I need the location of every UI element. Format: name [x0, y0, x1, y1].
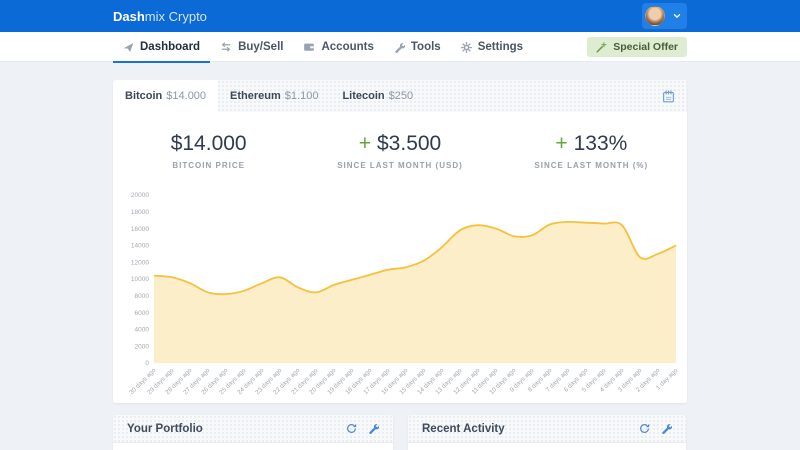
stat-value: 133%	[574, 132, 628, 156]
svg-text:20000: 20000	[131, 192, 149, 199]
chevron-down-icon	[673, 12, 681, 20]
svg-text:4000: 4000	[135, 327, 150, 334]
svg-text:2000: 2000	[135, 343, 150, 350]
main-nav: Dashboard Buy/Sell Accounts Tools Settin…	[0, 32, 800, 62]
tab-price: $250	[389, 90, 413, 102]
tab-litecoin[interactable]: Litecoin $250	[330, 80, 425, 112]
stat-value: $3.500	[377, 132, 441, 156]
calendar-icon	[662, 90, 675, 103]
svg-text:14000: 14000	[131, 243, 149, 250]
svg-text:12000: 12000	[131, 259, 149, 266]
user-menu-button[interactable]	[642, 3, 687, 29]
nav-item-settings[interactable]: Settings	[451, 32, 533, 62]
brand-rest: mix Crypto	[145, 9, 207, 24]
app-header: Dashmix Crypto	[0, 0, 800, 32]
panel-title: Your Portfolio	[127, 423, 203, 435]
stat-label: SINCE LAST MONTH (USD)	[304, 161, 495, 170]
tab-price: $14.000	[166, 90, 206, 102]
tab-bitcoin[interactable]: Bitcoin $14.000	[113, 80, 218, 112]
svg-text:0: 0	[145, 360, 149, 367]
gear-icon	[461, 42, 472, 53]
swap-arrows-icon	[220, 41, 232, 53]
stat-label: SINCE LAST MONTH (%)	[496, 161, 687, 170]
plus-sign: +	[555, 132, 567, 156]
tab-name: Bitcoin	[125, 90, 162, 102]
nav-label: Accounts	[321, 41, 373, 53]
refresh-icon[interactable]	[346, 423, 357, 434]
stat-change-percent: +133% SINCE LAST MONTH (%)	[496, 132, 687, 170]
paper-plane-icon	[123, 42, 134, 53]
panel-title: Recent Activity	[422, 423, 505, 435]
recent-activity-panel: Recent Activity	[408, 415, 686, 450]
portfolio-panel: Your Portfolio	[113, 415, 393, 450]
svg-text:6000: 6000	[135, 310, 150, 317]
stats-row: $14.000 BITCOIN PRICE +$3.500 SINCE LAST…	[113, 112, 687, 190]
wallet-icon	[303, 41, 315, 53]
svg-text:16000: 16000	[131, 226, 149, 233]
nav-label: Buy/Sell	[238, 41, 283, 53]
refresh-icon[interactable]	[639, 423, 650, 434]
nav-item-tools[interactable]: Tools	[384, 32, 451, 62]
nav-label: Settings	[478, 41, 523, 53]
wrench-icon	[394, 42, 405, 53]
nav-label: Dashboard	[140, 41, 200, 53]
crypto-overview-card: Bitcoin $14.000 Ethereum $1.100 Litecoin…	[113, 80, 687, 403]
tab-name: Ethereum	[230, 90, 281, 102]
svg-text:18000: 18000	[131, 209, 149, 216]
plus-sign: +	[359, 132, 371, 156]
wrench-icon[interactable]	[661, 423, 672, 434]
crypto-tabs: Bitcoin $14.000 Ethereum $1.100 Litecoin…	[113, 80, 687, 112]
nav-item-buy-sell[interactable]: Buy/Sell	[210, 32, 293, 62]
nav-item-dashboard[interactable]: Dashboard	[113, 32, 210, 62]
tab-price: $1.100	[285, 90, 319, 102]
tab-name: Litecoin	[342, 90, 384, 102]
stat-change-usd: +$3.500 SINCE LAST MONTH (USD)	[304, 132, 495, 170]
avatar	[645, 6, 665, 26]
brand-bold: Dash	[113, 9, 145, 24]
stat-value: $14.000	[171, 132, 247, 156]
nav-item-accounts[interactable]: Accounts	[293, 32, 383, 62]
svg-text:8000: 8000	[135, 293, 150, 300]
bitcoin-price-chart: 2000018000160001400012000100008000600040…	[113, 190, 687, 403]
magic-wand-icon	[596, 42, 607, 53]
chart-container: 2000018000160001400012000100008000600040…	[113, 190, 687, 403]
brand-logo[interactable]: Dashmix Crypto	[113, 0, 207, 32]
special-offer-label: Special Offer	[613, 41, 678, 53]
svg-text:10000: 10000	[131, 276, 149, 283]
stat-label: BITCOIN PRICE	[113, 161, 304, 170]
special-offer-badge[interactable]: Special Offer	[587, 37, 687, 57]
stat-bitcoin-price: $14.000 BITCOIN PRICE	[113, 132, 304, 170]
calendar-button[interactable]	[650, 80, 687, 112]
nav-label: Tools	[411, 41, 441, 53]
wrench-icon[interactable]	[368, 423, 379, 434]
tab-ethereum[interactable]: Ethereum $1.100	[218, 80, 330, 112]
